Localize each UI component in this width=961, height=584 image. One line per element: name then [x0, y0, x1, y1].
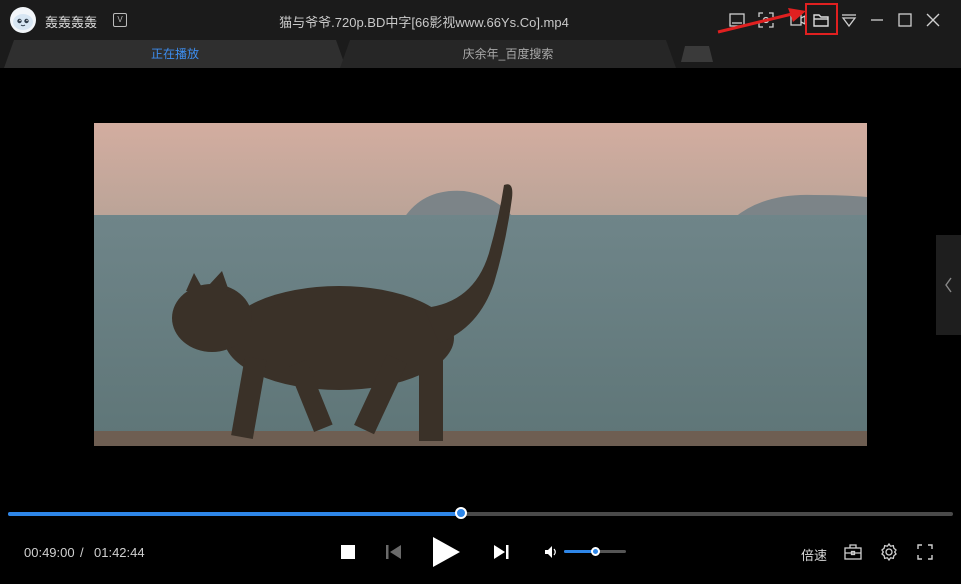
gear-icon: [881, 542, 897, 562]
settings-button[interactable]: [879, 542, 899, 567]
side-panel-toggle[interactable]: [936, 235, 961, 335]
volume-icon: [545, 546, 556, 558]
stop-icon: [341, 545, 355, 559]
volume-handle[interactable]: [591, 547, 600, 556]
previous-button[interactable]: [385, 544, 403, 565]
tab-bar: 正在播放 庆余年_百度搜索: [0, 40, 961, 68]
speed-button[interactable]: 倍速: [801, 545, 827, 564]
total-time: 01:42:44: [94, 545, 145, 560]
volume-slider[interactable]: [564, 547, 626, 556]
stop-button[interactable]: [340, 544, 356, 565]
toolbox-button[interactable]: [843, 542, 863, 567]
play-icon: [433, 537, 460, 567]
progress-handle[interactable]: [455, 507, 468, 519]
volume-button[interactable]: [543, 544, 559, 565]
next-button[interactable]: [492, 544, 510, 565]
skip-next-icon: [494, 545, 509, 559]
fullscreen-icon: [917, 544, 933, 560]
progress-bar[interactable]: [8, 507, 953, 519]
skip-previous-icon: [386, 545, 401, 559]
current-time: 00:49:00: [24, 545, 75, 560]
video-frame[interactable]: [94, 123, 867, 446]
chevron-left-icon: [945, 277, 952, 293]
new-tab-button[interactable]: [681, 46, 713, 62]
annotation-arrow: [717, 8, 806, 34]
time-separator: /: [80, 545, 84, 560]
fullscreen-button[interactable]: [915, 542, 935, 567]
progress-fill: [8, 512, 462, 516]
tab-search[interactable]: 庆余年_百度搜索: [340, 40, 676, 68]
play-button[interactable]: [430, 535, 462, 574]
tab-now-playing[interactable]: 正在播放: [4, 40, 346, 68]
toolbox-icon: [844, 544, 862, 560]
